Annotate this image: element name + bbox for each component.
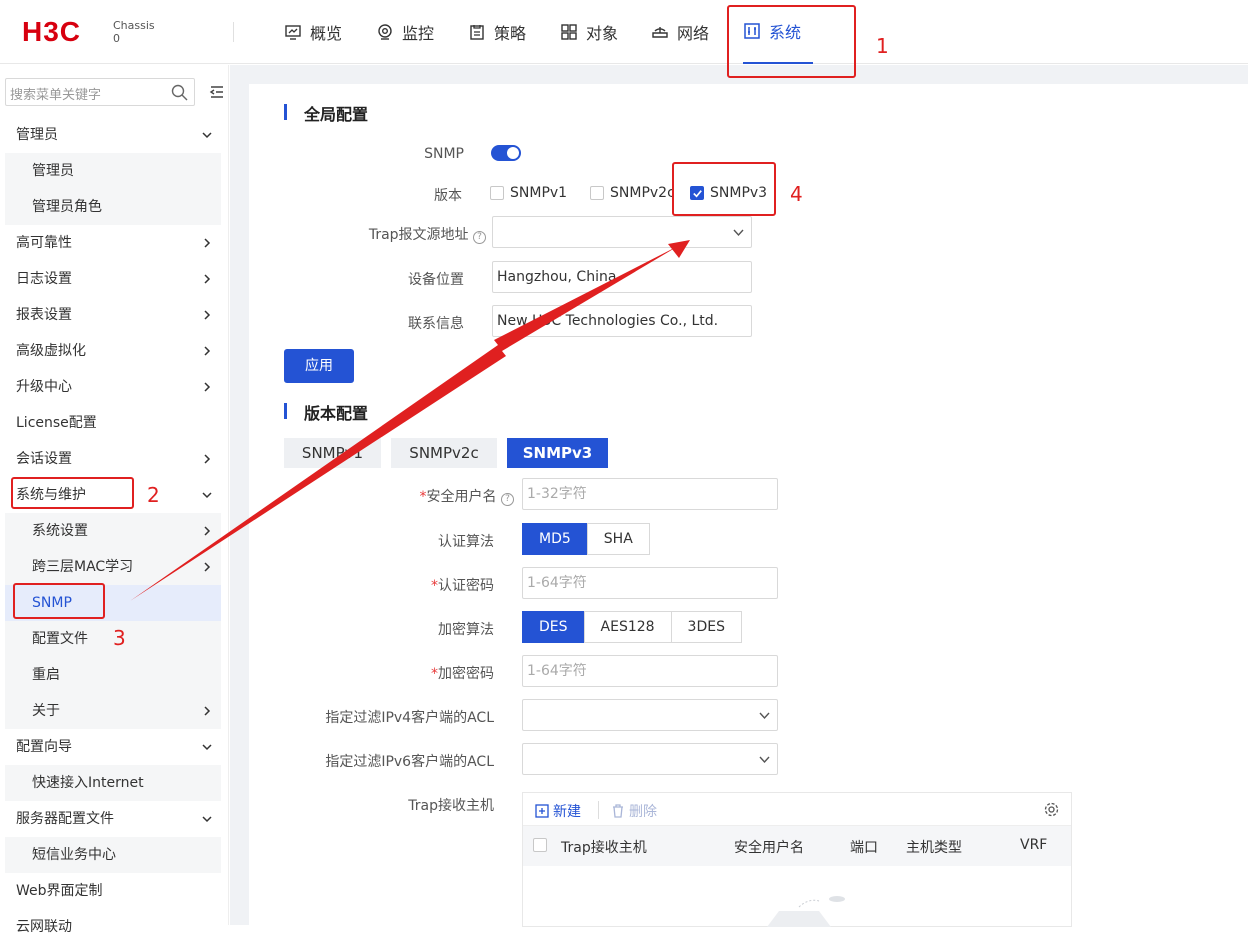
annotation-arrow — [130, 240, 690, 601]
